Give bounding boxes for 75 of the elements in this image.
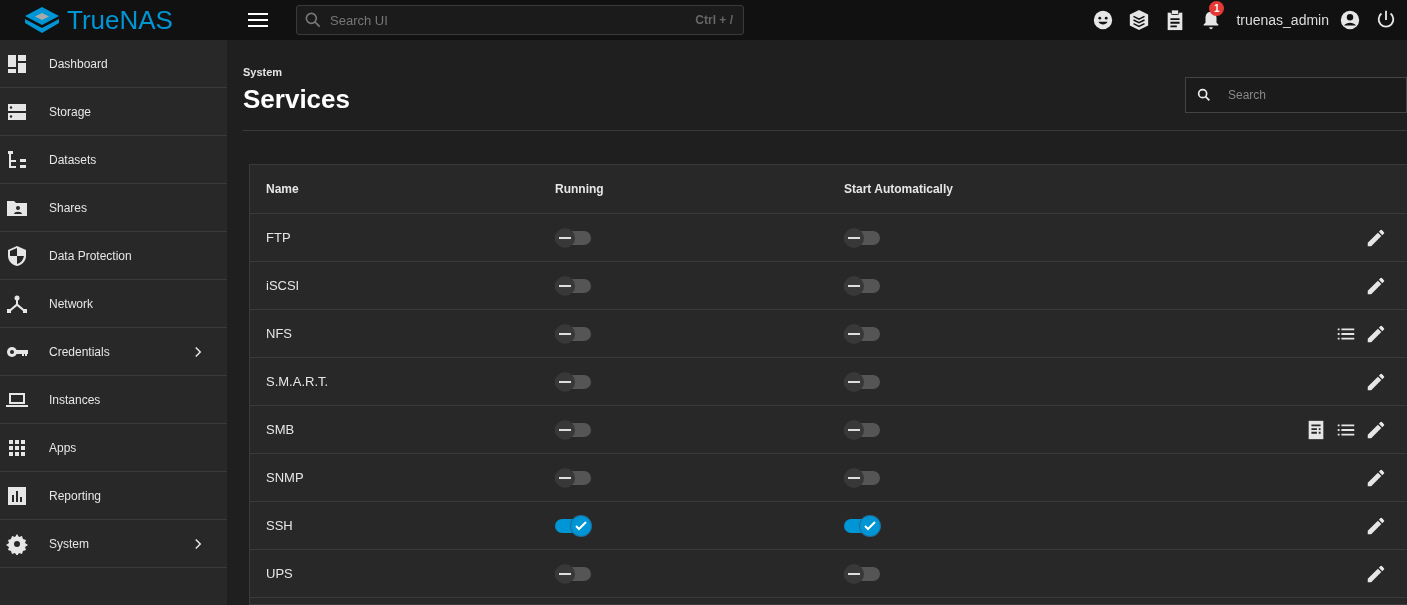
toggle-switch[interactable] <box>555 275 591 296</box>
gear-icon <box>6 532 28 555</box>
sidebar-item[interactable]: Shares <box>0 184 227 232</box>
minus-icon <box>559 235 571 240</box>
minus-icon <box>848 331 860 336</box>
sidebar-item[interactable]: Reporting <box>0 472 227 520</box>
sidebar-item[interactable]: Data Protection <box>0 232 227 280</box>
toggle-switch[interactable] <box>844 371 880 392</box>
column-header: Running <box>555 182 605 196</box>
sidebar-item[interactable]: Dashboard <box>0 40 227 88</box>
cube-logo-icon <box>25 7 59 33</box>
notification-badge: 1 <box>1209 1 1225 16</box>
toggle-switch[interactable] <box>844 419 880 440</box>
minus-icon <box>848 571 860 576</box>
minus-icon <box>559 475 571 480</box>
toggle-switch[interactable] <box>844 275 880 296</box>
dashboard-icon <box>6 52 28 75</box>
minus-icon <box>559 283 571 288</box>
sidebar-item[interactable]: System <box>0 520 227 568</box>
minus-icon <box>848 427 860 432</box>
sidebar-item[interactable]: Apps <box>0 424 227 472</box>
service-name: SMB <box>266 422 296 437</box>
sidebar-item[interactable]: Storage <box>0 88 227 136</box>
service-name: iSCSI <box>266 278 301 293</box>
sidebar-item[interactable]: Datasets <box>0 136 227 184</box>
reporting-icon <box>6 484 28 507</box>
minus-icon <box>559 427 571 432</box>
minus-icon <box>848 379 860 384</box>
layers-icon[interactable] <box>1128 9 1151 31</box>
minus-icon <box>848 475 860 480</box>
search-field[interactable]: Search <box>1185 77 1407 113</box>
toggle-switch[interactable] <box>844 323 880 344</box>
search-icon <box>1196 87 1212 103</box>
toggle-switch[interactable] <box>844 563 880 584</box>
check-icon <box>863 518 877 533</box>
minus-icon <box>559 571 571 576</box>
sidebar-item[interactable]: Credentials <box>0 328 227 376</box>
check-icon <box>574 518 588 533</box>
service-name: SSH <box>266 518 294 533</box>
page-title: Services <box>243 84 350 115</box>
service-name: NFS <box>266 326 293 341</box>
username[interactable]: truenas_admin <box>1236 12 1329 28</box>
column-header: Name <box>266 182 300 196</box>
minus-icon <box>559 331 571 336</box>
shield-icon <box>6 244 28 267</box>
toggle-switch[interactable] <box>844 467 880 488</box>
minus-icon <box>848 235 860 240</box>
column-header: Start Automatically <box>844 182 954 196</box>
account-icon[interactable] <box>1339 9 1361 31</box>
datasets-icon <box>6 148 28 171</box>
service-name: UPS <box>266 566 294 581</box>
toggle-switch[interactable] <box>844 227 880 248</box>
shortcut-hint: Ctrl + / <box>695 13 733 27</box>
toggle-switch[interactable] <box>555 419 591 440</box>
service-name: S.M.A.R.T. <box>266 374 330 389</box>
toggle-switch[interactable] <box>555 323 591 344</box>
toggle-switch[interactable] <box>844 515 880 536</box>
search-icon <box>303 10 323 30</box>
sidebar-item[interactable]: Network <box>0 280 227 328</box>
menu-icon[interactable] <box>248 12 268 28</box>
toggle-switch[interactable] <box>555 227 591 248</box>
brand-name: TrueNAS <box>67 4 173 36</box>
toggle-switch[interactable] <box>555 515 591 536</box>
breadcrumb[interactable]: System <box>243 66 1407 78</box>
toggle-switch[interactable] <box>555 563 591 584</box>
sidebar-item[interactable]: Instances <box>0 376 227 424</box>
search-input[interactable]: Search <box>1226 87 1380 103</box>
smiley-icon[interactable] <box>1092 9 1115 31</box>
toggle-switch[interactable] <box>555 467 591 488</box>
minus-icon <box>848 283 860 288</box>
search-input[interactable]: Search UI <box>328 11 691 29</box>
toggle-switch[interactable] <box>555 371 591 392</box>
minus-icon <box>559 379 571 384</box>
service-name: FTP <box>266 230 292 245</box>
service-name: SNMP <box>266 470 305 485</box>
